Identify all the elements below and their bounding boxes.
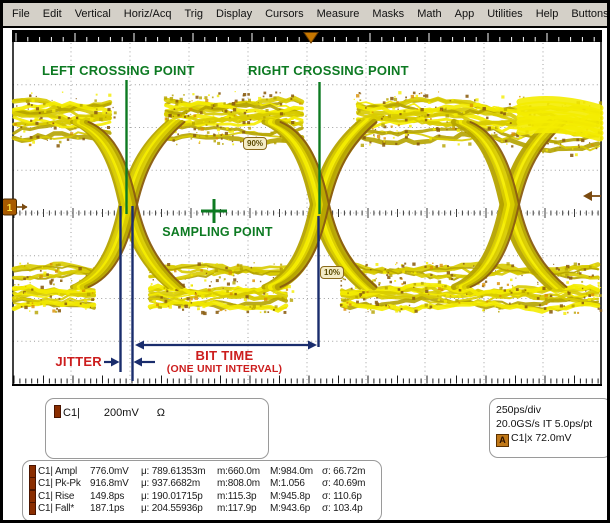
measurement-channel: C1| bbox=[38, 491, 55, 502]
measurement-row-pkpk: C1|Pk-Pk916.8mVμ: 937.6682mm:808.0mM:1.0… bbox=[29, 478, 381, 491]
sample-rate: 20.0GS/s IT 5.0ps/pt bbox=[496, 417, 610, 431]
trigger-channel-label: C1| bbox=[511, 432, 527, 444]
trigger-readout[interactable]: AC1|x 72.0mV bbox=[496, 431, 610, 447]
timebase-readout-box[interactable]: 250ps/div 20.0GS/s IT 5.0ps/pt AC1|x 72.… bbox=[489, 398, 610, 458]
channel-color-chip bbox=[29, 502, 36, 515]
measurement-row-fall: C1|Fall*187.1psμ: 204.55936pm:117.9pM:94… bbox=[29, 503, 381, 516]
menu-item-help[interactable]: Help bbox=[536, 8, 559, 20]
measurement-sigma: σ: 103.4p bbox=[322, 503, 381, 514]
bit-time-label: BIT TIME bbox=[152, 348, 297, 363]
menu-item-display[interactable]: Display bbox=[216, 8, 252, 20]
channel1-readout-box[interactable]: C1| 200mV Ω bbox=[45, 398, 269, 459]
oscilloscope-window: File Edit Vertical Horiz/Acq Trig Display Curs… bbox=[0, 0, 610, 523]
channel1-vertical-scale[interactable]: 200mV bbox=[104, 407, 139, 419]
menu-item-masks[interactable]: Masks bbox=[372, 8, 404, 20]
jitter-label: JITTER bbox=[34, 354, 102, 369]
menu-item-measure[interactable]: Measure bbox=[317, 8, 360, 20]
menu-item-vertical[interactable]: Vertical bbox=[75, 8, 111, 20]
measurement-value: 149.8ps bbox=[90, 491, 141, 502]
measurement-sigma: σ: 40.69m bbox=[322, 478, 381, 489]
measurement-max: M:943.6p bbox=[270, 503, 322, 514]
ref-level-90-callout: 90% bbox=[243, 137, 267, 150]
channel1-color-chip bbox=[54, 405, 61, 418]
measurement-min: m:808.0m bbox=[217, 478, 270, 489]
bottom-axis-ticks bbox=[14, 376, 598, 384]
measurement-value: 187.1ps bbox=[90, 503, 141, 514]
unit-interval-label: (ONE UNIT INTERVAL) bbox=[142, 363, 307, 375]
menu-item-trig[interactable]: Trig bbox=[184, 8, 203, 20]
measurement-channel: C1| bbox=[38, 466, 55, 477]
trigger-level-arrow-icon[interactable] bbox=[583, 191, 601, 201]
timebase-scale[interactable]: 250ps/div bbox=[496, 403, 610, 417]
measurement-name: Rise bbox=[55, 491, 90, 502]
measurement-mean: μ: 204.55936p bbox=[141, 503, 217, 514]
measurement-name: Fall* bbox=[55, 503, 90, 514]
measurement-name: Ampl bbox=[55, 466, 90, 477]
measurement-mean: μ: 937.6682m bbox=[141, 478, 217, 489]
graticule-bottom-frame bbox=[12, 384, 602, 386]
menu-item-buttons[interactable]: Buttons bbox=[571, 8, 608, 20]
measurement-mean: μ: 789.61353m bbox=[141, 466, 217, 477]
measurement-mean: μ: 190.01715p bbox=[141, 491, 217, 502]
measurement-name: Pk-Pk bbox=[55, 478, 90, 489]
measurement-channel: C1| bbox=[38, 503, 55, 514]
right-crossing-label: RIGHT CROSSING POINT bbox=[248, 63, 409, 78]
channel1-coupling[interactable]: Ω bbox=[157, 407, 165, 419]
menu-bar: File Edit Vertical Horiz/Acq Trig Display Curs… bbox=[2, 2, 608, 28]
sampling-point-cross-icon bbox=[201, 199, 227, 223]
menu-item-horizacq[interactable]: Horiz/Acq bbox=[124, 8, 172, 20]
measurement-sigma: σ: 110.6p bbox=[322, 491, 381, 502]
menu-item-utilities[interactable]: Utilities bbox=[487, 8, 522, 20]
sampling-point-label: SAMPLING POINT bbox=[150, 225, 285, 239]
menu-item-math[interactable]: Math bbox=[417, 8, 441, 20]
trigger-slope-icon: x bbox=[527, 432, 532, 444]
trigger-source-badge: A bbox=[496, 434, 509, 447]
measurement-row-rise: C1|Rise149.8psμ: 190.01715pm:115.3pM:945… bbox=[29, 490, 381, 503]
measurement-min: m:660.0m bbox=[217, 466, 270, 477]
measurement-value: 776.0mV bbox=[90, 466, 141, 477]
channel1-readout-label: C1| bbox=[63, 407, 80, 419]
channel1-position-marker[interactable]: 1 bbox=[3, 199, 28, 215]
measurement-max: M:1.056 bbox=[270, 478, 322, 489]
menu-item-cursors[interactable]: Cursors bbox=[265, 8, 304, 20]
measurement-channel: C1| bbox=[38, 478, 55, 489]
measurement-sigma: σ: 66.72m bbox=[322, 466, 381, 477]
channel-color-chip bbox=[29, 490, 36, 503]
measurement-results-box: C1|Ampl776.0mVμ: 789.61353mm:660.0mM:984… bbox=[22, 460, 382, 522]
measurement-max: M:945.8p bbox=[270, 491, 322, 502]
measurement-value: 916.8mV bbox=[90, 478, 141, 489]
eye-diagram-waveform bbox=[14, 91, 602, 315]
ref-level-10-callout: 10% bbox=[320, 266, 344, 279]
left-crossing-label: LEFT CROSSING POINT bbox=[42, 63, 195, 78]
measurement-max: M:984.0m bbox=[270, 466, 322, 477]
measurement-min: m:115.3p bbox=[217, 491, 270, 502]
measurement-min: m:117.9p bbox=[217, 503, 270, 514]
measurement-row-ampl: C1|Ampl776.0mVμ: 789.61353mm:660.0mM:984… bbox=[29, 465, 381, 478]
menu-item-file[interactable]: File bbox=[12, 8, 30, 20]
channel-color-chip bbox=[29, 477, 36, 490]
menu-item-edit[interactable]: Edit bbox=[43, 8, 62, 20]
menu-item-app[interactable]: App bbox=[455, 8, 475, 20]
trigger-level-value: 72.0mV bbox=[535, 432, 571, 444]
channel-color-chip bbox=[29, 465, 36, 478]
svg-text:1: 1 bbox=[7, 203, 13, 214]
